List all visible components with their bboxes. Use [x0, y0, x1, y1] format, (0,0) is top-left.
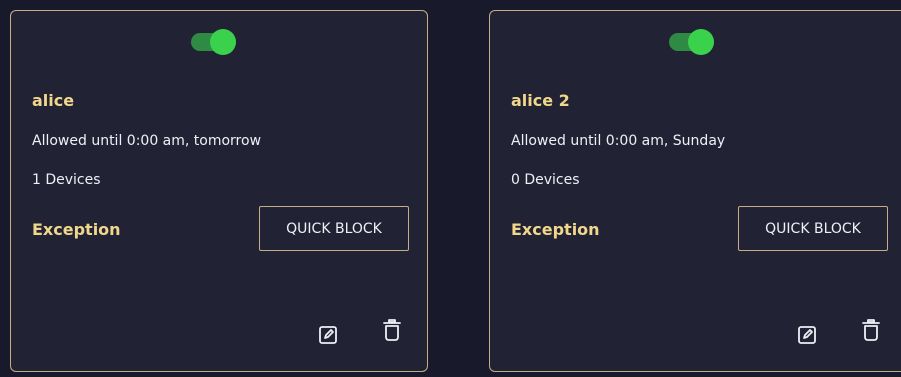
profile-enable-toggle[interactable]: [669, 29, 714, 55]
profile-name: alice: [32, 91, 75, 110]
quick-block-button[interactable]: QUICK BLOCK: [259, 206, 409, 251]
exception-label: Exception: [32, 220, 121, 239]
device-count: 0 Devices: [511, 172, 580, 188]
trash-icon: [383, 319, 401, 341]
profile-card: alice Allowed until 0:00 am, tomorrow 1 …: [10, 10, 428, 372]
allowed-until-text: Allowed until 0:00 am, Sunday: [511, 133, 726, 149]
edit-button[interactable]: [794, 322, 820, 348]
profile-enable-toggle[interactable]: [191, 29, 236, 55]
quick-block-button[interactable]: QUICK BLOCK: [738, 206, 888, 251]
toggle-knob: [210, 29, 236, 55]
profile-cards-view: alice Allowed until 0:00 am, tomorrow 1 …: [0, 0, 901, 377]
profile-name: alice 2: [511, 91, 570, 110]
delete-button[interactable]: [858, 317, 884, 343]
trash-icon: [862, 319, 880, 341]
edit-icon: [319, 326, 337, 344]
edit-icon: [798, 326, 816, 344]
toggle-knob: [688, 29, 714, 55]
device-count: 1 Devices: [32, 172, 101, 188]
exception-label: Exception: [511, 220, 600, 239]
edit-button[interactable]: [315, 322, 341, 348]
profile-card: alice 2 Allowed until 0:00 am, Sunday 0 …: [489, 10, 901, 372]
allowed-until-text: Allowed until 0:00 am, tomorrow: [32, 133, 262, 149]
delete-button[interactable]: [379, 317, 405, 343]
